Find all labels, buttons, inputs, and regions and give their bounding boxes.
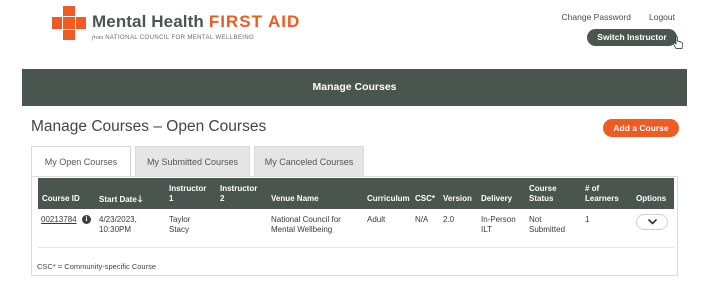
column-instructor-1-line1: Instructor (169, 184, 207, 193)
course-id-link[interactable]: 00213784 (41, 215, 77, 225)
column-start-date-label: Start Date (99, 195, 137, 204)
logo-subtitle: from NATIONAL COUNCIL FOR MENTAL WELLBEI… (92, 35, 254, 41)
column-course-status[interactable]: Course Status (529, 184, 557, 204)
logo-title-mental-health: Mental Health (92, 12, 204, 31)
courses-panel: Course ID Start Date🡓 Instructor 1 Instr… (31, 176, 678, 276)
cell-venue-name: National Council for Mental Wellbeing (271, 215, 341, 235)
cell-venue-line1: National Council for (271, 215, 341, 224)
change-password-link[interactable]: Change Password (562, 12, 631, 22)
chevron-down-icon (648, 219, 657, 225)
cell-course-status: Not Submitted (529, 215, 565, 235)
column-venue-name[interactable]: Venue Name (271, 194, 319, 204)
cell-curriculum: Adult (367, 215, 386, 224)
logo-cross-icon (52, 6, 86, 40)
logo-sub-org: NATIONAL COUNCIL FOR MENTAL WELLBEING (105, 35, 255, 41)
cell-instructor-1-last: Stacy (169, 225, 190, 234)
column-instructor-2-line2: 2 (220, 194, 225, 203)
column-course-id[interactable]: Course ID (42, 194, 80, 204)
column-delivery[interactable]: Delivery (481, 194, 512, 204)
column-options: Options (636, 194, 667, 203)
cell-start-date-time: 10:30PM (99, 225, 132, 234)
logo-title-first-aid: FIRST AID (208, 12, 301, 31)
top-links: Change Password Logout (562, 12, 675, 22)
column-instructor-1-line2: 1 (169, 194, 174, 203)
cell-csc: N/A (415, 215, 429, 224)
column-start-date[interactable]: Start Date🡓 (99, 194, 142, 205)
column-curriculum[interactable]: Curriculum (367, 194, 410, 204)
logo-title: Mental Health FIRST AID (92, 12, 300, 32)
cell-instructor-1-first: Taylor (169, 215, 191, 224)
column-learners-line2: Learners (585, 194, 619, 203)
tab-submitted-courses[interactable]: My Submitted Courses (135, 146, 250, 176)
cell-delivery: In-Person ILT (481, 215, 516, 235)
cell-version: 2.0 (443, 215, 455, 224)
manage-courses-banner: Manage Courses (22, 69, 687, 106)
logo-sub-from: from (92, 35, 104, 41)
table-header: Course ID Start Date🡓 Instructor 1 Instr… (38, 178, 674, 209)
sort-descending-icon: 🡓 (137, 194, 143, 204)
column-csc[interactable]: CSC* (415, 194, 435, 204)
page-title: Manage Courses – Open Courses (31, 118, 267, 135)
cell-status-line2: Submitted (529, 225, 566, 234)
table-row: 00213784 i 4/23/2023, 10:30PM Taylor Sta… (38, 209, 674, 248)
column-version[interactable]: Version (443, 194, 472, 204)
brand-logo[interactable]: Mental Health FIRST AID from NATIONAL COU… (52, 6, 299, 46)
cell-learners: 1 (585, 215, 590, 224)
column-course-status-line2: Status (529, 194, 554, 203)
cell-instructor-1: Taylor Stacy (169, 215, 190, 235)
hand-pointer-icon (672, 36, 683, 49)
cell-venue-line2: Mental Wellbeing (271, 225, 333, 234)
cell-delivery-line2: ILT (481, 225, 492, 234)
column-instructor-2-line1: Instructor (220, 184, 258, 193)
course-tabs: My Open Courses My Submitted Courses My … (31, 146, 364, 176)
csc-footnote: CSC* = Community-specific Course (37, 262, 156, 271)
column-instructor-2[interactable]: Instructor 2 (220, 184, 257, 204)
options-button[interactable] (636, 214, 668, 230)
cell-status-line1: Not (529, 215, 542, 224)
cell-start-date-day: 4/23/2023, (99, 215, 137, 224)
column-instructor-1[interactable]: Instructor 1 (169, 184, 206, 204)
switch-instructor-button[interactable]: Switch Instructor (587, 29, 677, 46)
info-icon[interactable]: i (82, 215, 91, 224)
tab-canceled-courses[interactable]: My Canceled Courses (254, 146, 364, 176)
logout-link[interactable]: Logout (649, 12, 675, 22)
cell-delivery-line1: In-Person (481, 215, 516, 224)
add-course-button[interactable]: Add a Course (603, 119, 679, 137)
column-learners-line1: # of (585, 184, 600, 193)
cell-start-date: 4/23/2023, 10:30PM (99, 215, 137, 235)
tab-open-courses[interactable]: My Open Courses (31, 146, 131, 176)
column-course-status-line1: Course (529, 184, 557, 193)
column-learners[interactable]: # of Learners (585, 184, 619, 204)
